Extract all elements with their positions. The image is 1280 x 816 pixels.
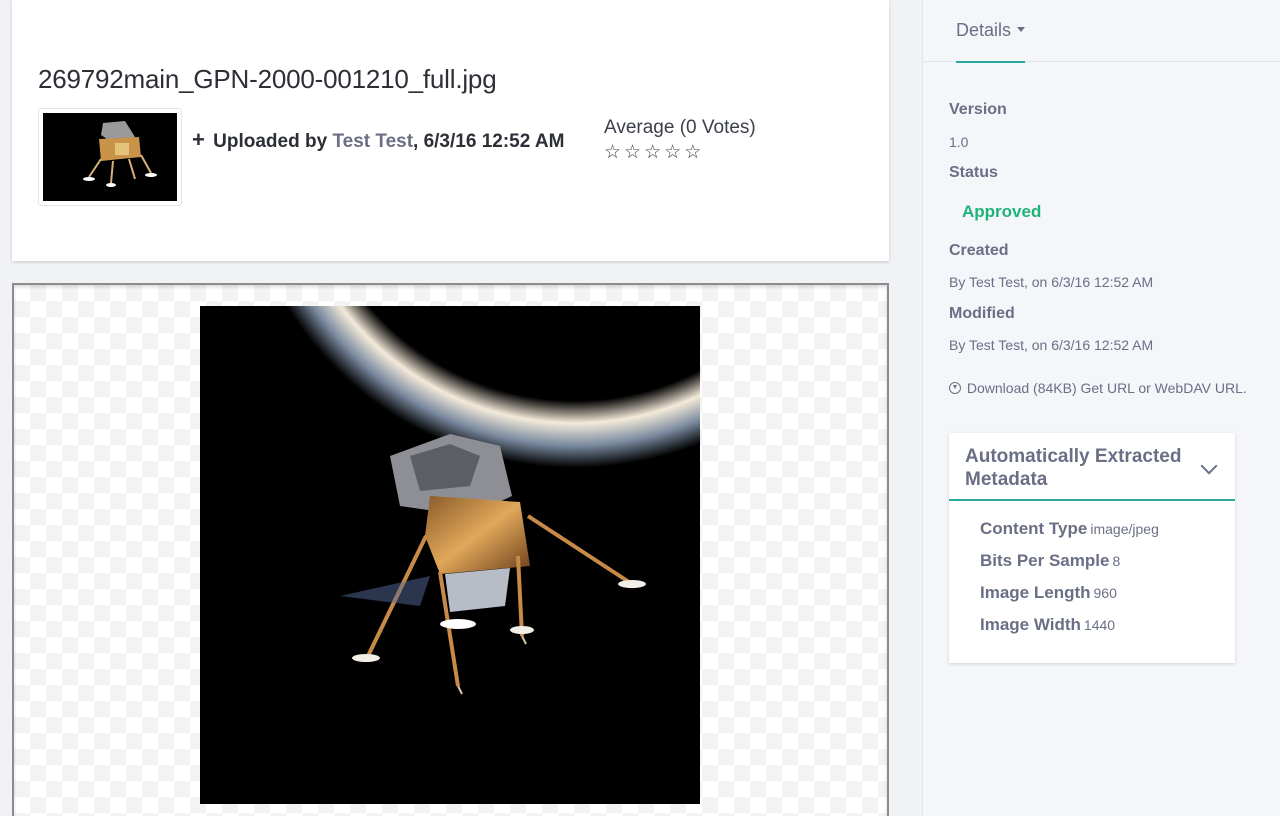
chevron-down-icon — [1200, 457, 1218, 475]
download-link[interactable]: Download (84KB) Get URL or WebDAV URL. — [949, 378, 1249, 399]
star-icon[interactable]: ☆ — [684, 142, 701, 162]
plus-icon: + — [192, 127, 205, 152]
metadata-list: Content Type image/jpeg Bits Per Sample 8 … — [980, 519, 1159, 647]
list-item: Bits Per Sample 8 — [980, 551, 1159, 583]
metadata-value: image/jpeg — [1090, 521, 1159, 537]
star-icon[interactable]: ☆ — [624, 142, 641, 162]
sidebar-tabbar: Details — [923, 0, 1280, 63]
status-label: Status — [949, 164, 998, 181]
file-thumbnail[interactable] — [38, 108, 182, 206]
metadata-key: Bits Per Sample — [980, 551, 1110, 570]
version-label: Version — [949, 101, 1007, 118]
modified-value: By Test Test, on 6/3/16 12:52 AM — [949, 337, 1154, 353]
version-value: 1.0 — [949, 134, 969, 150]
metadata-value: 960 — [1093, 585, 1117, 601]
download-icon — [949, 382, 961, 394]
status-badge: Approved — [962, 202, 1042, 221]
star-icon[interactable]: ☆ — [644, 142, 661, 162]
lunar-module-thumbnail-image — [43, 113, 177, 201]
tab-details[interactable]: Details — [956, 20, 1026, 63]
rating-widget: Average (0 Votes) ☆ ☆ ☆ ☆ ☆ — [604, 117, 756, 162]
download-text: Download (84KB) Get URL or WebDAV URL. — [966, 380, 1247, 396]
modified-label: Modified — [949, 305, 1015, 322]
file-title: 269792main_GPN-2000-001210_full.jpg — [38, 64, 497, 94]
file-header-card: 269792main_GPN-2000-001210_full.jpg + Up… — [12, 0, 889, 261]
star-icon[interactable]: ☆ — [604, 142, 621, 162]
metadata-key: Image Length — [980, 583, 1091, 602]
created-label: Created — [949, 242, 1009, 259]
metadata-panel-toggle[interactable]: Automatically Extracted Metadata — [949, 433, 1235, 501]
rating-average-label: Average (0 Votes) — [604, 117, 756, 138]
image-preview-panel — [12, 283, 889, 816]
tab-details-label: Details — [956, 20, 1012, 40]
list-item: Image Width 1440 — [980, 615, 1159, 647]
metadata-value: 8 — [1112, 553, 1121, 569]
metadata-key: Image Width — [980, 615, 1081, 634]
extracted-metadata-panel: Automatically Extracted Metadata Content… — [949, 433, 1235, 663]
star-rating: ☆ ☆ ☆ ☆ ☆ — [604, 142, 756, 162]
metadata-panel-title: Automatically Extracted Metadata — [965, 446, 1182, 490]
uploaded-by-label: Uploaded by — [213, 131, 328, 152]
metadata-value: 1440 — [1083, 617, 1116, 633]
created-value: By Test Test, on 6/3/16 12:52 AM — [949, 274, 1154, 290]
upload-info: + Uploaded by Test Test, 6/3/16 12:52 AM — [192, 127, 564, 153]
list-item: Image Length 960 — [980, 583, 1159, 615]
uploader-link[interactable]: Test Test — [332, 131, 413, 152]
list-item: Content Type image/jpeg — [980, 519, 1159, 551]
caret-down-icon — [1017, 27, 1026, 33]
upload-date: , 6/3/16 12:52 AM — [413, 131, 565, 152]
lunar-module-preview-image[interactable] — [200, 306, 700, 804]
metadata-key: Content Type — [980, 519, 1088, 538]
details-sidebar: Details Version 1.0 Status Approved Crea… — [922, 0, 1280, 816]
star-icon[interactable]: ☆ — [664, 142, 681, 162]
